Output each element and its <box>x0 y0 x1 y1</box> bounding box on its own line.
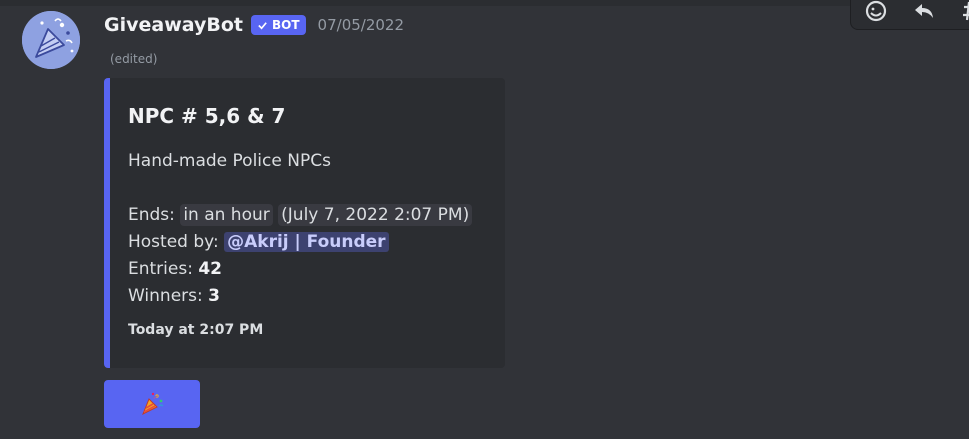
ends-absolute-time: (July 7, 2022 2:07 PM) <box>278 204 473 226</box>
entries-value: 42 <box>198 259 223 279</box>
ends-line: Ends: in an hour (July 7, 2022 2:07 PM) <box>128 202 473 229</box>
message-toolbar <box>850 0 969 30</box>
edited-label: (edited) <box>110 52 158 66</box>
entries-label: Entries: <box>128 259 193 279</box>
hosted-line: Hosted by: @Akrij | Founder <box>128 229 472 256</box>
enter-giveaway-button[interactable] <box>104 380 200 428</box>
bot-badge: BOT <box>251 15 306 35</box>
ends-relative-time: in an hour <box>180 204 273 226</box>
giveaway-embed: NPC # 5,6 & 7 Hand-made Police NPCs Ends… <box>104 78 505 368</box>
party-popper-icon <box>22 11 80 69</box>
avatar[interactable] <box>22 11 80 69</box>
verified-check-icon <box>258 21 267 29</box>
message-header: GiveawayBot BOT 07/05/2022 <box>104 11 404 39</box>
username[interactable]: GiveawayBot <box>104 14 243 36</box>
embed-body: Hand-made Police NPCs Ends: in an hour (… <box>128 148 473 310</box>
host-mention[interactable]: @Akrij | Founder <box>224 232 389 252</box>
embed-footer: Today at 2:07 PM <box>128 322 264 338</box>
winners-label: Winners: <box>128 286 203 306</box>
hosted-label: Hosted by: <box>128 232 219 252</box>
add-reaction-icon[interactable] <box>863 0 889 24</box>
entries-line: Entries: 42 <box>128 256 472 283</box>
hash-icon[interactable] <box>959 0 969 24</box>
ends-absolute-text: July 7, 2022 2:07 PM <box>287 205 463 225</box>
top-edge-bar <box>0 0 969 6</box>
embed-description: Hand-made Police NPCs <box>128 151 331 171</box>
embed-title: NPC # 5,6 & 7 <box>128 104 286 128</box>
ends-label: Ends: <box>128 205 175 225</box>
bot-badge-label: BOT <box>272 18 300 32</box>
winners-value: 3 <box>208 286 220 306</box>
winners-line: Winners: 3 <box>128 283 472 310</box>
reply-icon[interactable] <box>911 0 937 24</box>
message-timestamp: 07/05/2022 <box>317 16 405 34</box>
party-popper-icon <box>142 392 164 416</box>
